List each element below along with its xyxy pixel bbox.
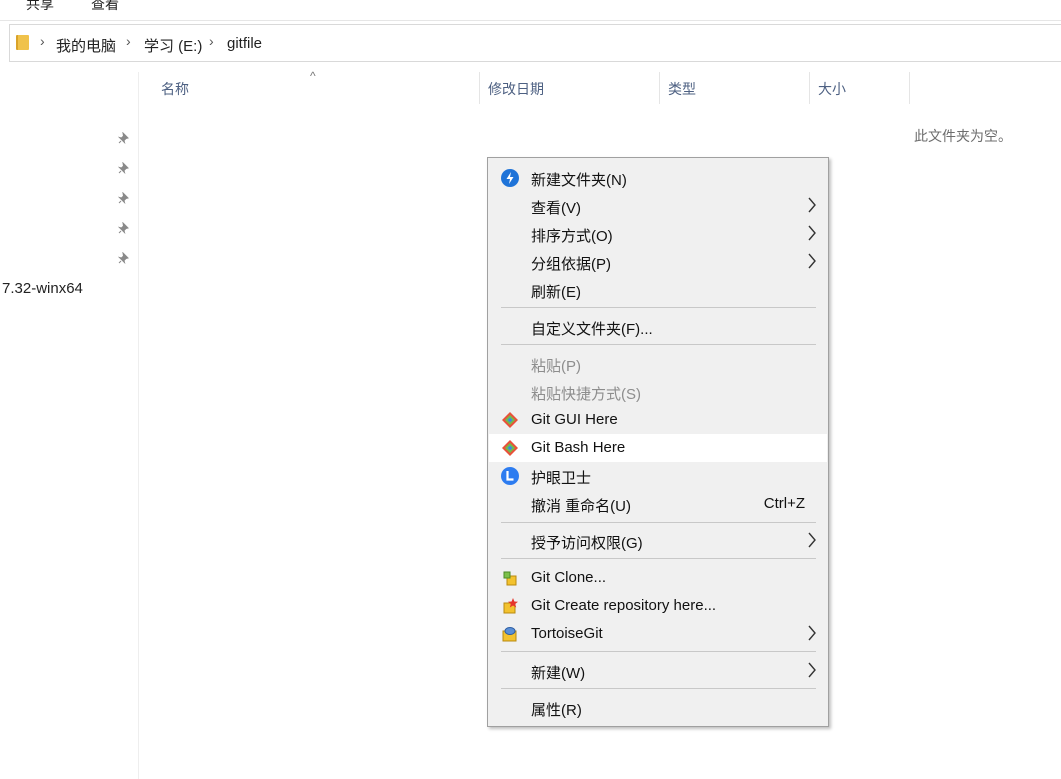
breadcrumb-my-computer[interactable]: 我的电脑: [56, 35, 116, 56]
menu-item-label: 撤消 重命名(U): [531, 498, 631, 515]
chevron-right-icon: [808, 625, 816, 641]
context-menu: 新建文件夹(N) 查看(V) 排序方式(O) 分组依据(P) 刷新(E) 自定义…: [487, 157, 829, 727]
menu-item-label: 自定义文件夹(F)...: [531, 321, 653, 338]
breadcrumb-gitfile[interactable]: gitfile: [227, 35, 262, 52]
menu-item-grant-access[interactable]: 授予访问权限(G): [489, 527, 827, 555]
menu-item-label: 查看(V): [531, 200, 581, 217]
menu-item-label: Git Clone...: [531, 569, 607, 586]
pin-icon[interactable]: [118, 192, 130, 204]
navigation-pane: 7.32-winx64: [0, 72, 139, 779]
column-headers: ^ 名称 修改日期 类型 大小: [139, 69, 1061, 104]
menu-separator: [501, 307, 816, 308]
git-icon: [502, 440, 518, 456]
eye-guard-icon: [501, 467, 519, 485]
menu-item-label: 刷新(E): [531, 284, 581, 301]
menu-item-undo-rename[interactable]: 撤消 重命名(U) Ctrl+Z: [489, 490, 827, 518]
menu-item-git-create-repo[interactable]: Git Create repository here...: [489, 592, 827, 620]
git-create-repo-icon: [503, 598, 518, 614]
column-header-size[interactable]: 大小: [810, 72, 910, 104]
chevron-right-icon[interactable]: ›: [209, 33, 214, 49]
column-header-name[interactable]: 名称: [153, 72, 480, 104]
menu-item-git-clone[interactable]: Git Clone...: [489, 564, 827, 592]
pin-icon[interactable]: [118, 162, 130, 174]
menu-item-label: Git GUI Here: [531, 411, 618, 428]
menu-item-properties[interactable]: 属性(R): [489, 694, 827, 722]
menu-item-new[interactable]: 新建(W): [489, 657, 827, 685]
menu-item-sort-by[interactable]: 排序方式(O): [489, 220, 827, 248]
pin-icon[interactable]: [118, 132, 130, 144]
menu-item-label: 粘贴(P): [531, 358, 581, 375]
menu-item-git-gui[interactable]: Git GUI Here: [489, 406, 827, 434]
menu-item-paste-shortcut[interactable]: 粘贴快捷方式(S): [489, 378, 827, 406]
chevron-right-icon[interactable]: ›: [40, 33, 45, 49]
tortoisegit-icon: [502, 627, 517, 642]
column-header-type[interactable]: 类型: [660, 72, 810, 104]
menu-item-eye-guard[interactable]: 护眼卫士: [489, 462, 827, 490]
menu-item-tortoisegit[interactable]: TortoiseGit: [489, 620, 827, 648]
menu-item-label: 新建文件夹(N): [531, 172, 627, 189]
empty-folder-message: 此文件夹为空。: [914, 128, 1012, 144]
menu-item-paste[interactable]: 粘贴(P): [489, 350, 827, 378]
menu-separator: [501, 344, 816, 345]
menu-item-git-bash[interactable]: Git Bash Here: [489, 434, 827, 462]
git-icon: [502, 412, 518, 428]
menu-item-label: 粘贴快捷方式(S): [531, 386, 641, 403]
pin-icon[interactable]: [118, 252, 130, 264]
chevron-right-icon: [808, 532, 816, 548]
menu-separator: [501, 522, 816, 523]
menu-item-view[interactable]: 查看(V): [489, 192, 827, 220]
menu-item-label: 新建(W): [531, 665, 586, 682]
menu-item-label: 属性(R): [531, 702, 582, 719]
chevron-right-icon: [808, 662, 816, 678]
menu-item-label: 分组依据(P): [531, 256, 611, 273]
menu-item-refresh[interactable]: 刷新(E): [489, 276, 827, 304]
menu-separator: [501, 688, 816, 689]
lightning-icon: [501, 169, 519, 187]
menu-item-group-by[interactable]: 分组依据(P): [489, 248, 827, 276]
column-header-date[interactable]: 修改日期: [480, 72, 660, 104]
shortcut-text: Ctrl+Z: [763, 495, 805, 512]
pin-icon[interactable]: [118, 222, 130, 234]
chevron-right-icon[interactable]: ›: [126, 33, 131, 49]
folder-icon: [16, 35, 29, 50]
address-bar[interactable]: › 我的电脑 › 学习 (E:) › gitfile: [9, 24, 1061, 62]
ribbon-tab-view[interactable]: 查看: [91, 0, 119, 14]
menu-item-customize-folder[interactable]: 自定义文件夹(F)...: [489, 313, 827, 341]
menu-separator: [501, 558, 816, 559]
chevron-right-icon: [808, 253, 816, 269]
menu-item-label: 授予访问权限(G): [531, 535, 643, 552]
ribbon-tab-share[interactable]: 共享: [26, 0, 54, 14]
ribbon: 共享 查看: [0, 0, 1061, 21]
menu-item-label: 排序方式(O): [531, 228, 613, 245]
nav-item-folder[interactable]: 7.32-winx64: [2, 280, 83, 297]
git-clone-icon: [503, 571, 517, 586]
menu-separator: [501, 651, 816, 652]
menu-item-label: TortoiseGit: [531, 625, 603, 642]
chevron-right-icon: [808, 197, 816, 213]
breadcrumb-drive-e[interactable]: 学习 (E:): [144, 35, 202, 56]
chevron-right-icon: [808, 225, 816, 241]
menu-item-label: Git Bash Here: [531, 439, 626, 456]
menu-item-new-folder[interactable]: 新建文件夹(N): [489, 164, 827, 192]
menu-item-label: Git Create repository here...: [531, 597, 717, 614]
menu-item-label: 护眼卫士: [531, 470, 592, 487]
